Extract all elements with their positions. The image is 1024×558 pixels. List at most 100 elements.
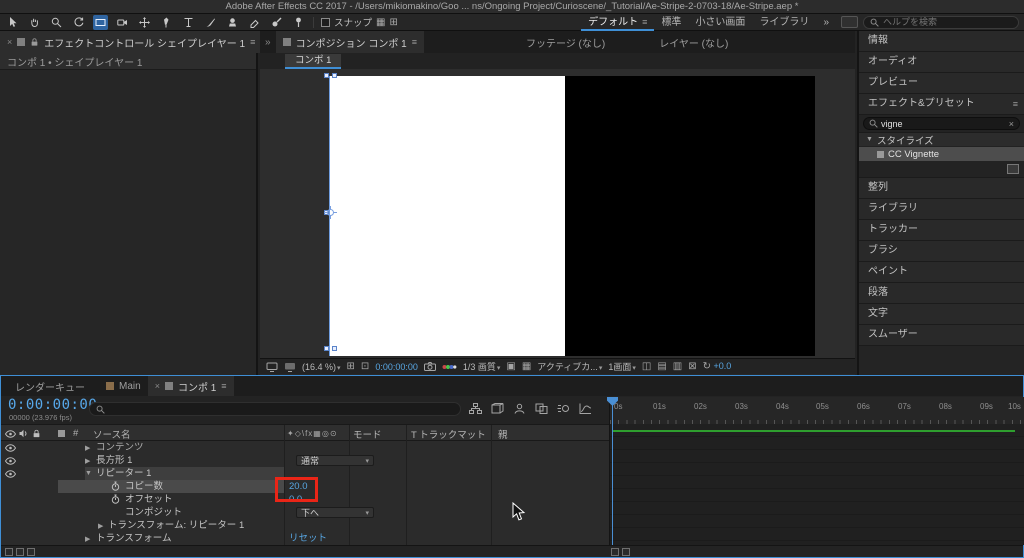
effect-item-cc-vignette[interactable]: CC Vignette [859, 147, 1024, 161]
panel-preview[interactable]: プレビュー [859, 73, 1024, 94]
tab-effect-controls[interactable]: × エフェクトコントロール シェイプレイヤー 1 ≡ [0, 31, 263, 53]
panel-menu-icon[interactable]: ≡ [250, 37, 255, 47]
graph-editor-icon[interactable] [579, 403, 592, 414]
panel-menu-icon[interactable]: ≡ [1013, 94, 1018, 114]
effects-category-stylize[interactable]: ▼ スタイライズ [859, 133, 1024, 147]
mask-visibility-icon[interactable]: ⊡ [361, 361, 369, 372]
flowchart-button-icon[interactable]: ⊠ [688, 361, 696, 372]
tab-main[interactable]: Main [99, 376, 148, 396]
timeline-button-icon[interactable]: ▥ [673, 361, 682, 372]
expander-icon[interactable]: ▼ [866, 136, 873, 143]
snap-toggle[interactable]: スナップ [321, 15, 372, 29]
camera-tool[interactable] [115, 15, 130, 30]
type-tool[interactable] [181, 15, 196, 30]
time-ruler[interactable]: 0s 01s 02s 03s 04s 05s 06s 07s 08s 09s 1… [609, 397, 1024, 424]
show-channels-icon[interactable] [442, 363, 457, 371]
row-repeater-transform[interactable]: ▶ トランスフォーム: リピーター 1 [1, 519, 609, 532]
playhead-line[interactable] [612, 397, 613, 545]
zoom-in-timeline-icon[interactable] [622, 547, 630, 556]
close-icon[interactable]: × [7, 37, 12, 47]
rotation-tool[interactable] [71, 15, 86, 30]
shy-layers-icon[interactable] [513, 403, 526, 414]
stopwatch-icon[interactable] [111, 481, 120, 492]
expander-icon[interactable]: ▶ [98, 522, 103, 530]
help-search-field[interactable] [863, 15, 1019, 29]
tool-options-icon[interactable]: ▦ [376, 17, 385, 28]
clear-search-icon[interactable]: × [1009, 119, 1014, 129]
visibility-eye-icon[interactable] [5, 457, 16, 465]
snap-checkbox[interactable] [321, 17, 330, 27]
offset-label[interactable]: オフセット [125, 493, 173, 506]
panel-tracker[interactable]: トラッカー [859, 220, 1024, 241]
visibility-eye-icon[interactable] [5, 444, 16, 452]
selection-handle[interactable] [324, 346, 329, 351]
anchor-point-icon[interactable] [324, 206, 337, 219]
pen-tool[interactable] [159, 15, 174, 30]
comp-mini-flowchart-icon[interactable] [469, 403, 482, 414]
panel-brushes[interactable]: ブラシ [859, 241, 1024, 262]
eraser-tool[interactable] [247, 15, 262, 30]
expander-icon[interactable]: ▶ [85, 535, 90, 543]
workspace-tab-standard[interactable]: 標準 [654, 14, 688, 31]
timeline-timecode[interactable]: 0:00:00:00 [8, 397, 97, 413]
panel-menu-icon[interactable]: ≡ [412, 37, 417, 47]
repeater-transform-label[interactable]: トランスフォーム: リピーター 1 [108, 519, 244, 532]
row-transform[interactable]: ▶ トランスフォーム リセット [1, 532, 609, 545]
comp-black-area[interactable] [565, 76, 815, 356]
row-rectangle[interactable]: ▶ 長方形 1 通常 ▾ [1, 454, 609, 467]
hand-tool[interactable] [27, 15, 42, 30]
transform-reset-link[interactable]: リセット [289, 532, 327, 545]
lock-icon[interactable] [30, 37, 39, 47]
panel-paint[interactable]: ペイント [859, 262, 1024, 283]
tool-options-icon-2[interactable]: ⊞ [389, 17, 397, 28]
fast-preview-icon[interactable]: ▤ [657, 361, 666, 372]
expand-layer-switches-icon[interactable] [5, 547, 13, 556]
panel-character[interactable]: 文字 [859, 304, 1024, 325]
resolution-menu[interactable]: 1/3 画質▾ [463, 360, 501, 373]
visibility-eye-icon[interactable] [5, 470, 16, 478]
brush-tool[interactable] [203, 15, 218, 30]
motion-blur-icon[interactable] [557, 403, 570, 414]
zoom-out-timeline-icon[interactable] [611, 547, 619, 556]
selection-tool[interactable] [5, 15, 20, 30]
group-label[interactable]: コンテンツ [96, 441, 144, 454]
roto-brush-tool[interactable] [269, 15, 284, 30]
comp-white-area[interactable] [330, 76, 565, 356]
workspace-tab-small-screen[interactable]: 小さい画面 [688, 14, 752, 31]
panel-menu-icon[interactable]: ≡ [221, 381, 226, 391]
panel-align[interactable]: 整列 [859, 178, 1024, 199]
expand-in-out-icon[interactable] [27, 547, 35, 556]
exposure-reset-icon[interactable]: ↻ [703, 361, 711, 372]
draft-3d-icon[interactable] [491, 403, 504, 414]
adobe-stock-icon[interactable] [841, 16, 858, 28]
expand-transfer-controls-icon[interactable] [16, 547, 24, 556]
viewer-lock-icon[interactable] [284, 362, 296, 372]
effects-search-field[interactable]: × [863, 117, 1020, 130]
panel-paragraph[interactable]: 段落 [859, 283, 1024, 304]
effect-badge-icon[interactable] [1007, 164, 1019, 174]
grid-guides-icon[interactable]: ⊞ [347, 361, 355, 372]
magnification-menu[interactable]: (16.4 %)▾ [302, 362, 341, 372]
exposure-value[interactable]: +0.0 [714, 361, 732, 371]
panel-audio[interactable]: オーディオ [859, 52, 1024, 73]
panel-smoother[interactable]: スムーザー [859, 325, 1024, 346]
timeline-search-field[interactable] [89, 402, 461, 416]
timeline-search-input[interactable] [109, 404, 454, 414]
copies-label[interactable]: コピー数 [125, 480, 163, 493]
transform-label[interactable]: トランスフォーム [96, 532, 172, 545]
always-preview-icon[interactable] [266, 362, 278, 372]
expander-icon[interactable]: ▼ [85, 470, 92, 477]
help-search-input[interactable] [883, 17, 1012, 27]
exposure-control[interactable]: ↻ +0.0 [703, 361, 732, 372]
tab-footage[interactable]: フッテージ (なし) [519, 31, 612, 53]
composite-label[interactable]: コンポジット [125, 506, 182, 519]
workspace-overflow-chevrons[interactable]: » [816, 14, 836, 31]
effects-search-input[interactable] [881, 118, 1006, 129]
timeline-track-area[interactable] [609, 424, 1024, 545]
selection-handle[interactable] [332, 73, 337, 78]
comp-timecode[interactable]: 0:00:00:00 [375, 362, 418, 372]
expander-icon[interactable]: ▶ [85, 444, 90, 452]
pan-behind-tool[interactable] [137, 15, 152, 30]
workspace-tab-libraries[interactable]: ライブラリ [752, 14, 816, 31]
selection-handle[interactable] [332, 346, 337, 351]
